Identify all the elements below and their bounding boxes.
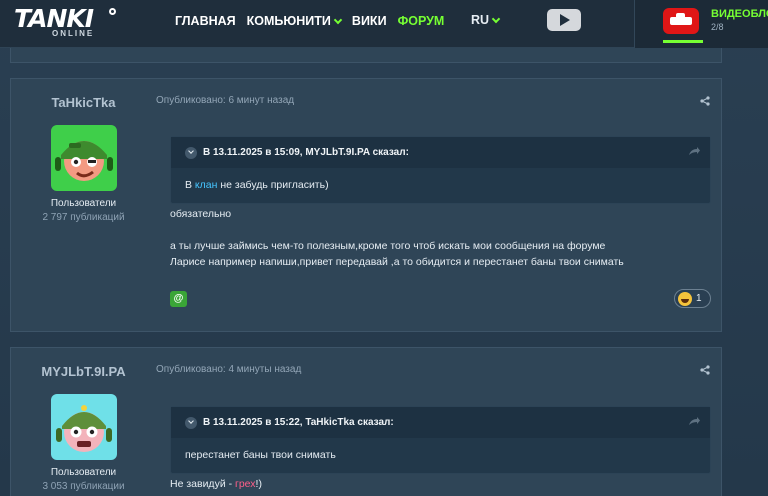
go-to-quote-icon[interactable]: [688, 146, 700, 156]
reaction-count: 1: [696, 293, 702, 304]
video-blog-count: 2/8: [711, 22, 724, 32]
nav-item-community[interactable]: КОМЬЮНИТИ: [246, 13, 343, 29]
post-timestamp[interactable]: Опубликовано: 4 минуты назад: [156, 364, 301, 375]
author-group: Пользователи: [50, 467, 117, 478]
nav-label: ГЛАВНАЯ: [175, 14, 236, 28]
video-blog-widget[interactable]: ВИДЕОБЛО 2/8: [634, 0, 768, 48]
reaction-badge[interactable]: 1: [674, 289, 711, 308]
chevron-down-icon[interactable]: [185, 416, 197, 429]
post-text-line: обязательно: [170, 208, 232, 220]
avatar-image: [51, 125, 117, 191]
logo-dot: [109, 8, 116, 15]
previous-post-bottom: [10, 48, 722, 63]
quote-text: перестанет баны твои снимать: [185, 449, 336, 461]
author-name[interactable]: MYJLbT.9I.PA: [11, 364, 156, 379]
chevron-down-icon[interactable]: [185, 146, 197, 159]
nav-item-forum[interactable]: ФОРУМ: [398, 13, 445, 29]
author-group: Пользователи: [50, 198, 117, 209]
tank-icon: [663, 8, 699, 34]
post-text: Не завидуй -: [170, 478, 236, 490]
post-text-line: а ты лучше займись чем-то полезным,кроме…: [170, 240, 606, 252]
quote-block: В 13.11.2025 в 15:09, MYJLbT.9I.PA сказа…: [170, 136, 711, 204]
quote-header[interactable]: В 13.11.2025 в 15:09, MYJLbT.9I.PA сказа…: [171, 137, 710, 168]
post-text: !): [255, 478, 262, 490]
go-to-quote-icon[interactable]: [688, 416, 700, 426]
author-post-count: 3 053 публикации: [42, 481, 125, 492]
nav-label: ВИКИ: [351, 14, 387, 28]
quote-block: В 13.11.2025 в 15:22, TaHkicTka сказал: …: [170, 406, 711, 474]
share-icon[interactable]: [700, 365, 710, 375]
author-post-count: 2 797 публикаций: [42, 212, 125, 223]
author-column: MYJLbT.9I.PA Пользователи 3 053 публикац…: [11, 348, 156, 496]
language-label: RU: [471, 13, 490, 27]
laugh-emoji-icon: [678, 292, 692, 306]
play-video-button[interactable]: [547, 9, 581, 31]
forum-post: TaHkicTka Пользователи 2 797 публикаций …: [10, 78, 722, 332]
logo-subtitle: ONLINE: [52, 29, 95, 38]
nav-item-wiki[interactable]: ВИКИ: [352, 13, 387, 29]
chevron-down-icon: [491, 14, 501, 23]
site-logo[interactable]: TANKI ONLINE: [14, 4, 116, 40]
quote-text: В: [185, 179, 195, 191]
author-column: TaHkicTka Пользователи 2 797 публикаций: [11, 79, 156, 331]
quote-text: не забудь пригласить): [217, 179, 329, 191]
nav-label: КОМЬЮНИТИ: [246, 14, 331, 28]
nav-item-home[interactable]: ГЛАВНАЯ: [175, 13, 236, 29]
avatar[interactable]: [51, 394, 117, 460]
play-icon: [560, 14, 570, 26]
video-blog-title: ВИДЕОБЛО: [711, 8, 768, 20]
share-icon[interactable]: [700, 96, 710, 106]
clan-link[interactable]: клан: [195, 179, 217, 191]
top-bar: TANKI ONLINE ГЛАВНАЯ КОМЬЮНИТИ ВИКИ ФОРУ…: [0, 0, 768, 48]
quote-body: В клан не забудь пригласить): [171, 168, 710, 191]
quote-header-text: В 13.11.2025 в 15:22, TaHkicTka сказал:: [203, 417, 394, 428]
video-progress-bar: [663, 40, 703, 43]
post-timestamp[interactable]: Опубликовано: 6 минут назад: [156, 95, 294, 106]
forum-post: MYJLbT.9I.PA Пользователи 3 053 публикац…: [10, 347, 722, 496]
nav-label: ФОРУМ: [397, 14, 445, 28]
main-nav: ГЛАВНАЯ КОМЬЮНИТИ ВИКИ ФОРУМ: [175, 13, 455, 29]
language-selector[interactable]: RU: [471, 13, 501, 27]
avatar-image: [51, 394, 117, 460]
quote-body: перестанет баны твои снимать: [171, 438, 710, 461]
sin-link[interactable]: грех: [235, 478, 256, 490]
quote-header[interactable]: В 13.11.2025 в 15:22, TaHkicTka сказал:: [171, 407, 710, 438]
post-text-line: Не завидуй - грех!): [170, 478, 262, 490]
mention-button[interactable]: @: [170, 291, 187, 307]
post-text-line: Ларисе например напиши,привет передавай …: [170, 256, 624, 268]
avatar[interactable]: [51, 125, 117, 191]
chevron-down-icon: [333, 15, 343, 24]
quote-header-text: В 13.11.2025 в 15:09, MYJLbT.9I.PA сказа…: [203, 147, 409, 158]
author-name[interactable]: TaHkicTka: [11, 95, 156, 110]
